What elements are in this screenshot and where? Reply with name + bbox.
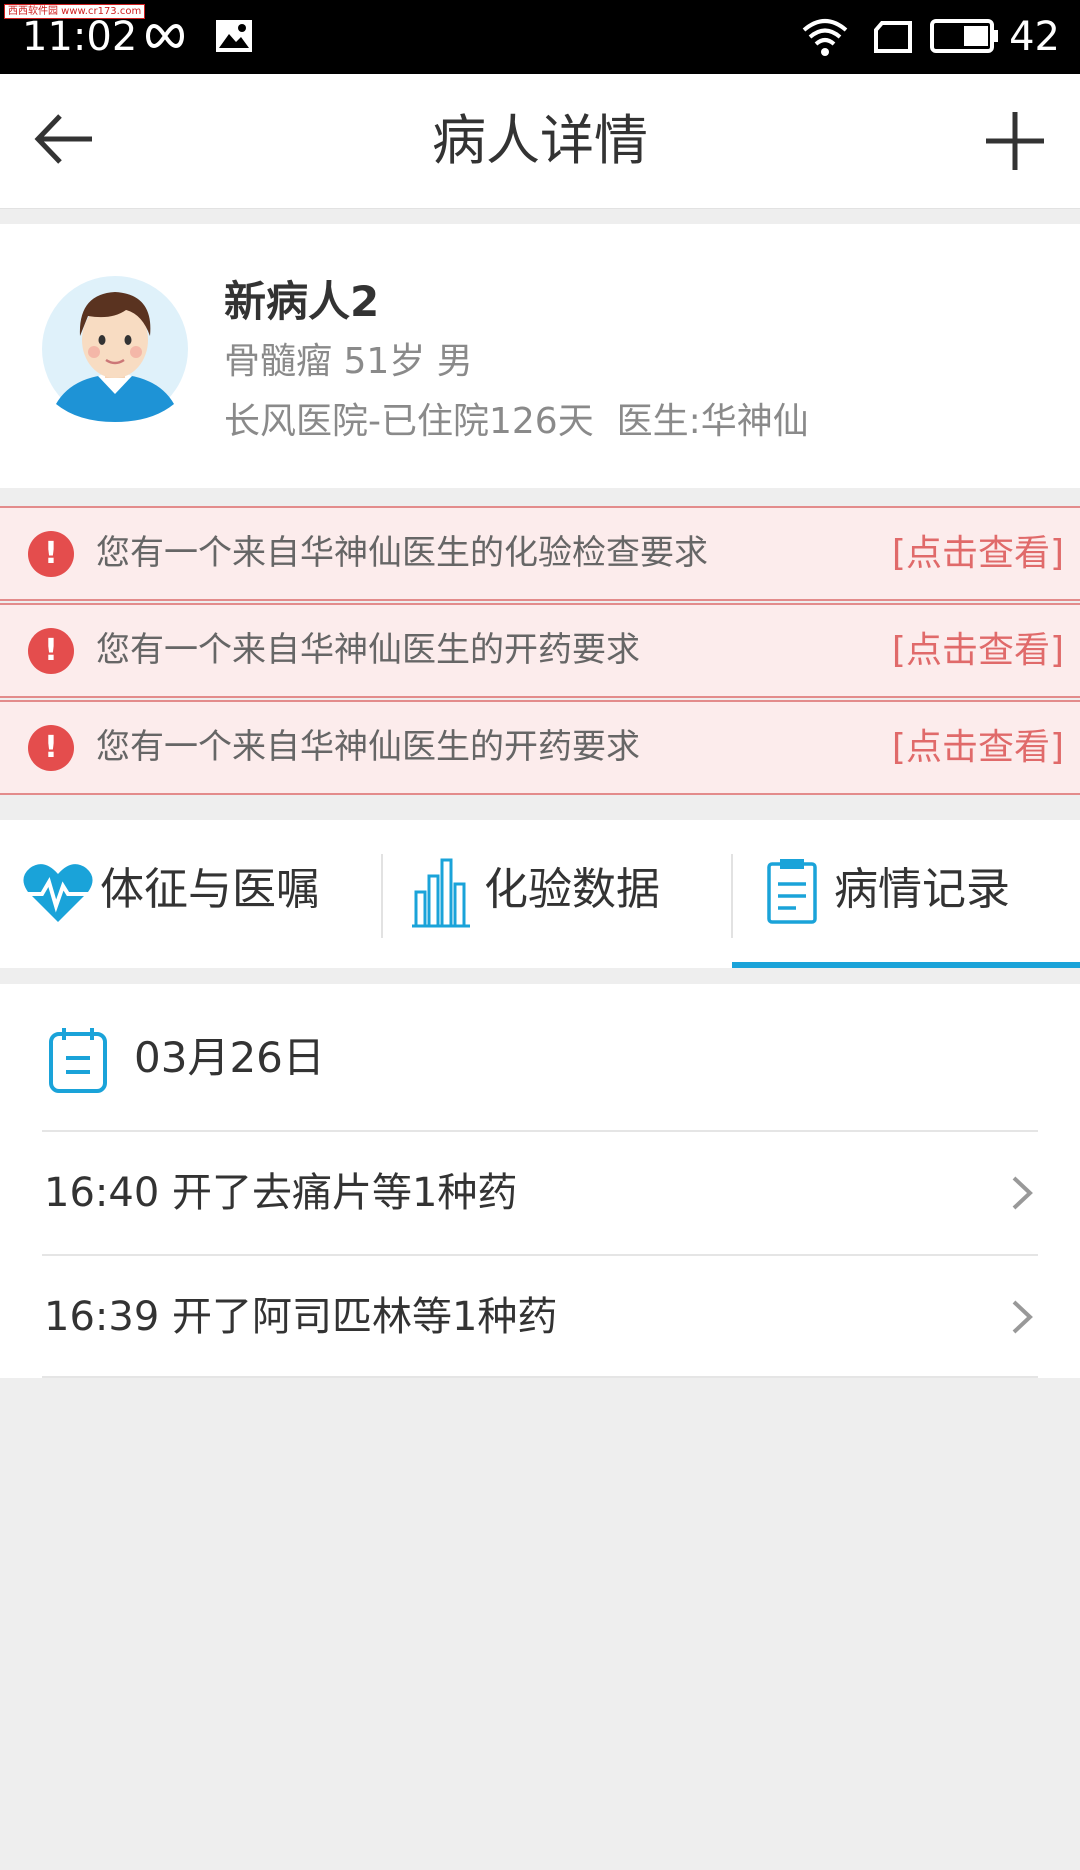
chevron-right-icon — [1012, 1300, 1033, 1334]
patient-avatar — [42, 276, 188, 422]
calendar-icon — [49, 1028, 107, 1093]
alert-item[interactable]: ! 您有一个来自华神仙医生的开药要求 [点击查看] — [0, 700, 1080, 795]
alert-text: 您有一个来自华神仙医生的开药要求 — [96, 727, 640, 767]
patient-hospital: 长风医院-已住院126天 医生:华神仙 — [224, 401, 809, 442]
wifi-icon — [802, 19, 848, 56]
view-link[interactable]: [点击查看] — [892, 605, 1064, 696]
active-tab-indicator — [732, 962, 1080, 968]
sim-icon — [874, 21, 912, 53]
page-title: 病人详情 — [432, 109, 648, 172]
chevron-right-icon — [1012, 1176, 1033, 1210]
page: 西西软件园 www.cr173.com 11:02 42 病人详情 新病人2 骨… — [0, 0, 1080, 1870]
record-text: 16:39 开了阿司匹林等1种药 — [44, 1294, 558, 1340]
heartbeat-icon — [23, 864, 93, 922]
view-link[interactable]: [点击查看] — [892, 702, 1064, 793]
exclamation-icon: ! — [28, 725, 74, 771]
tab-records[interactable]: 病情记录 — [734, 820, 1080, 968]
divider — [42, 1376, 1038, 1378]
infinity-icon — [146, 23, 184, 49]
record-date: 03月26日 — [134, 1033, 325, 1082]
record-text: 16:40 开了去痛片等1种药 — [44, 1170, 518, 1216]
record-item[interactable]: 16:40 开了去痛片等1种药 — [0, 1132, 1080, 1254]
battery-level: 42 — [1009, 14, 1060, 60]
alert-item[interactable]: ! 您有一个来自华神仙医生的化验检查要求 [点击查看] — [0, 506, 1080, 601]
plus-icon — [986, 112, 1044, 170]
tab-divider — [381, 854, 383, 938]
image-icon — [216, 20, 252, 52]
alert-text: 您有一个来自华神仙医生的开药要求 — [96, 630, 640, 670]
tab-divider — [731, 854, 733, 938]
tab-lab-data[interactable]: 化验数据 — [384, 820, 730, 968]
view-link[interactable]: [点击查看] — [892, 508, 1064, 599]
tab-label: 体征与医嘱 — [100, 864, 320, 915]
tab-bar: 体征与医嘱 化验数据 病情记录 — [0, 820, 1080, 968]
status-time: 11:02 — [22, 14, 138, 60]
patient-card: 新病人2 骨髓瘤 51岁 男 长风医院-已住院126天 医生:华神仙 — [0, 224, 1080, 488]
add-button[interactable] — [980, 104, 1050, 174]
exclamation-icon: ! — [28, 531, 74, 577]
clipboard-icon — [767, 859, 817, 924]
tab-label: 病情记录 — [834, 864, 1010, 915]
date-header: 03月26日 — [0, 984, 1080, 1132]
record-item[interactable]: 16:39 开了阿司匹林等1种药 — [0, 1256, 1080, 1378]
patient-info: 骨髓瘤 51岁 男 — [224, 341, 473, 382]
patient-name: 新病人2 — [224, 277, 380, 326]
record-list: 03月26日 16:40 开了去痛片等1种药 16:39 开了阿司匹林等1种药 — [0, 984, 1080, 1378]
alert-item[interactable]: ! 您有一个来自华神仙医生的开药要求 [点击查看] — [0, 603, 1080, 698]
alert-text: 您有一个来自华神仙医生的化验检查要求 — [96, 533, 708, 573]
alert-list: ! 您有一个来自华神仙医生的化验检查要求 [点击查看] ! 您有一个来自华神仙医… — [0, 506, 1080, 797]
tab-label: 化验数据 — [484, 864, 660, 915]
status-bar: 西西软件园 www.cr173.com 11:02 42 — [0, 0, 1080, 74]
battery-icon — [930, 19, 998, 53]
title-bar: 病人详情 — [0, 74, 1080, 209]
exclamation-icon: ! — [28, 628, 74, 674]
bar-chart-icon — [412, 858, 470, 928]
tab-vitals[interactable]: 体征与医嘱 — [0, 820, 380, 968]
